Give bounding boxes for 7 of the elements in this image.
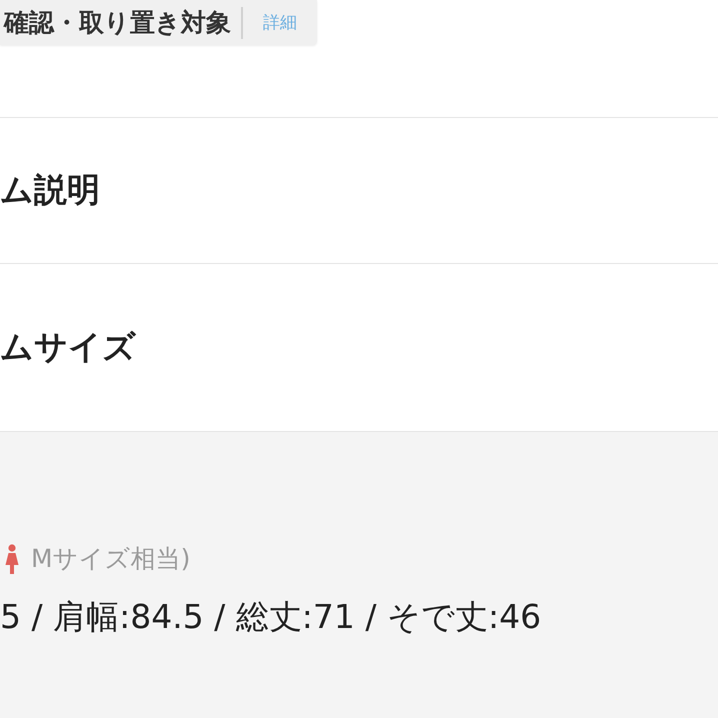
section-heading: ム説明: [0, 169, 100, 211]
details-link[interactable]: 詳細: [243, 11, 297, 34]
section-heading: ムサイズ: [0, 326, 136, 368]
size-note: Mサイズ相当): [31, 543, 190, 575]
measurements-text: 5 / 肩幅:84.5 / 総丈:71 / そで丈:46: [0, 596, 542, 638]
tag-label: 確認・取り置き対象: [4, 6, 243, 38]
woman-icon: [5, 544, 19, 574]
